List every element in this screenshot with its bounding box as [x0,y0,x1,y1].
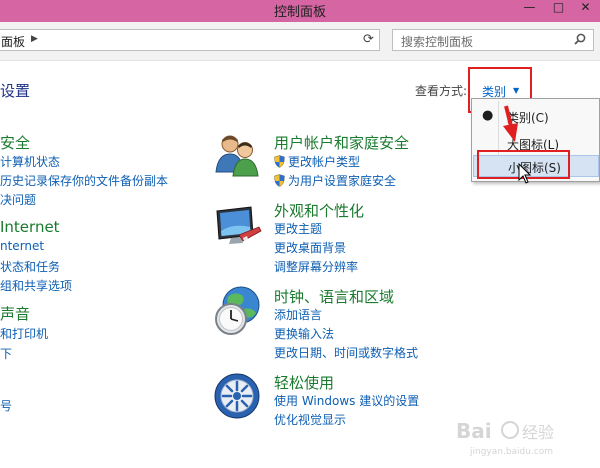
uac-shield-icon [274,155,285,168]
link-troubleshoot[interactable]: 决问题 [0,191,36,208]
menu-item-category[interactable]: ● 类别(C) [473,106,599,128]
link-optimize-display[interactable]: 优化视觉显示 [274,411,346,428]
search-placeholder: 搜索控制面板 [401,35,474,49]
link-label: 为用户设置家庭安全 [288,174,397,188]
link-change-background[interactable]: 更改桌面背景 [274,239,346,256]
address-bar[interactable]: 面板 ▶ ▼ [0,29,378,51]
link-date-time-format[interactable]: 更改日期、时间或数字格式 [274,344,418,361]
svg-text:jingyan.baidu.com: jingyan.baidu.com [469,447,553,457]
mouse-cursor-icon [518,163,532,184]
svg-text:经验: 经验 [522,423,554,442]
globe-clock-icon[interactable] [212,285,264,337]
link-devices-printers[interactable]: 和打印机 [0,325,48,342]
category-title-ease-of-access[interactable]: 轻松使用 [274,372,334,393]
users-icon[interactable] [213,130,261,178]
category-title-network[interactable]: Internet [0,218,60,236]
breadcrumb-arrow-icon[interactable]: ▶ [31,34,38,44]
link-windows-recommended[interactable]: 使用 Windows 建议的设置 [274,392,419,409]
refresh-icon[interactable]: ⟳ [358,29,380,51]
search-input[interactable]: 搜索控制面板 [392,29,594,51]
view-by-label: 查看方式: [415,84,468,98]
link-hardware-more[interactable]: 下 [0,345,12,362]
link-family-safety[interactable]: 为用户设置家庭安全 [274,172,396,189]
category-title-appearance[interactable]: 外观和个性化 [274,200,364,221]
link-check-status[interactable]: 计算机状态 [0,153,60,170]
link-change-theme[interactable]: 更改主题 [274,220,322,237]
link-file-history[interactable]: 历史记录保存你的文件备份副本 [0,172,168,189]
breadcrumb[interactable]: 面板 [1,33,25,50]
ease-of-access-icon[interactable] [213,372,261,420]
category-title-hardware-sound[interactable]: 声音 [0,303,30,324]
monitor-icon[interactable] [213,205,263,251]
link-change-account-type[interactable]: 更改帐户类型 [274,153,360,170]
navigation-bar: 面板 ▶ ▼ ⟳ 搜索控制面板 [0,22,600,61]
red-arrow-icon [503,105,518,142]
baidu-watermark-logo: Bai 经验 jingyan.baidu.com [456,419,554,457]
maximize-icon[interactable]: □ [545,0,572,20]
category-title-user-accounts[interactable]: 用户帐户和家庭安全 [274,132,409,153]
window-title: 控制面板 [273,5,326,20]
uac-shield-icon [274,174,285,187]
link-screen-resolution[interactable]: 调整屏幕分辨率 [274,258,358,275]
svg-text:Bai: Bai [456,419,492,443]
page-title: 设置 [0,82,31,100]
radio-bullet-icon: ● [482,108,494,123]
link-programs[interactable]: 号 [0,397,12,414]
category-title-security[interactable]: 安全 [0,132,30,153]
search-icon[interactable] [574,33,586,45]
link-homegroup[interactable]: 组和共享选项 [0,277,72,294]
link-internet[interactable]: nternet [0,239,44,253]
link-network-status[interactable]: 状态和任务 [0,258,60,275]
minimize-icon[interactable]: — [516,0,543,20]
link-label: 更改帐户类型 [288,155,361,169]
link-change-input[interactable]: 更换输入法 [274,325,334,342]
title-bar: 控制面板 — □ ✕ [0,0,600,22]
link-add-language[interactable]: 添加语言 [274,306,322,323]
chevron-down-icon[interactable]: ▼ [513,86,519,95]
category-title-clock-region[interactable]: 时钟、语言和区域 [274,286,394,307]
close-icon[interactable]: ✕ [572,0,599,20]
